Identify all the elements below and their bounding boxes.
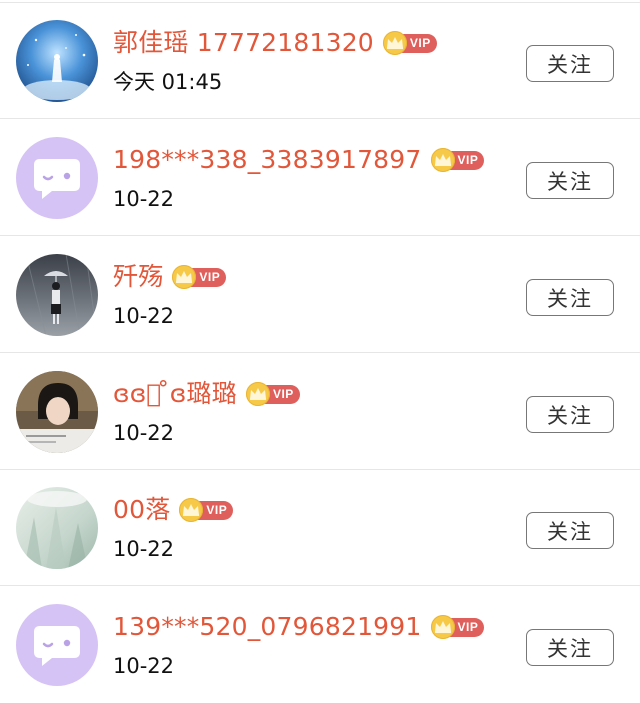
- avatar-image: [16, 254, 98, 336]
- user-name[interactable]: 郭佳瑶 17772181320: [113, 25, 374, 61]
- timestamp: 10-22: [113, 421, 175, 445]
- vip-badge: VIP: [382, 31, 437, 55]
- vip-badge: VIP: [430, 615, 485, 639]
- list-item[interactable]: 198***338_3383917897 VIP 10-22 关注: [0, 120, 640, 236]
- avatar[interactable]: [16, 137, 98, 219]
- avatar[interactable]: [16, 487, 98, 569]
- follow-button[interactable]: 关注: [526, 396, 614, 433]
- timestamp: 10-22: [113, 304, 175, 328]
- user-name[interactable]: 139***520_0796821991: [113, 609, 422, 645]
- user-name[interactable]: ɞɞ⃞ ̊ɞ璐璐: [113, 376, 237, 412]
- vip-badge: VIP: [172, 265, 227, 289]
- avatar-image: [16, 20, 98, 102]
- list-item[interactable]: 00落 VIP 10-22 关注: [0, 470, 640, 586]
- avatar[interactable]: [16, 20, 98, 102]
- list-item[interactable]: ɞɞ⃞ ̊ɞ璐璐 VIP 10-22 关注: [0, 354, 640, 470]
- vip-badge: VIP: [430, 148, 485, 172]
- follow-button[interactable]: 关注: [526, 45, 614, 82]
- default-avatar-icon: [16, 137, 98, 219]
- name-line: 郭佳瑶 17772181320 VIP: [113, 25, 437, 61]
- user-name[interactable]: 198***338_3383917897: [113, 142, 422, 178]
- avatar-image: [16, 371, 98, 453]
- list-item[interactable]: 歼殇 VIP 10-22 关注: [0, 237, 640, 353]
- vip-badge: VIP: [245, 382, 300, 406]
- crown-icon: [430, 615, 455, 639]
- default-avatar-icon: [16, 604, 98, 686]
- user-name[interactable]: 00落: [113, 492, 170, 528]
- list-item[interactable]: 139***520_0796821991 VIP 10-22 关注: [0, 587, 640, 703]
- crown-icon: [430, 148, 455, 172]
- vip-badge: VIP: [179, 498, 234, 522]
- avatar[interactable]: [16, 254, 98, 336]
- user-name[interactable]: 歼殇: [113, 259, 163, 295]
- avatar-image: [16, 487, 98, 569]
- name-line: 00落 VIP: [113, 492, 234, 528]
- timestamp: 10-22: [113, 537, 175, 561]
- crown-icon: [245, 382, 270, 406]
- list-item[interactable]: 郭佳瑶 17772181320 VIP 今天 01:45 关注: [0, 3, 640, 119]
- timestamp: 10-22: [113, 187, 175, 211]
- follow-button[interactable]: 关注: [526, 629, 614, 666]
- timestamp: 今天 01:45: [113, 70, 223, 94]
- follow-button[interactable]: 关注: [526, 279, 614, 316]
- name-line: 歼殇 VIP: [113, 259, 227, 295]
- name-line: 198***338_3383917897 VIP: [113, 142, 485, 178]
- follow-button[interactable]: 关注: [526, 512, 614, 549]
- timestamp: 10-22: [113, 654, 175, 678]
- avatar[interactable]: [16, 371, 98, 453]
- name-line: ɞɞ⃞ ̊ɞ璐璐 VIP: [113, 376, 300, 412]
- follow-list: 郭佳瑶 17772181320 VIP 今天 01:45 关注 198***33…: [0, 0, 640, 687]
- avatar[interactable]: [16, 604, 98, 686]
- crown-icon: [382, 31, 407, 55]
- follow-button[interactable]: 关注: [526, 162, 614, 199]
- name-line: 139***520_0796821991 VIP: [113, 609, 485, 645]
